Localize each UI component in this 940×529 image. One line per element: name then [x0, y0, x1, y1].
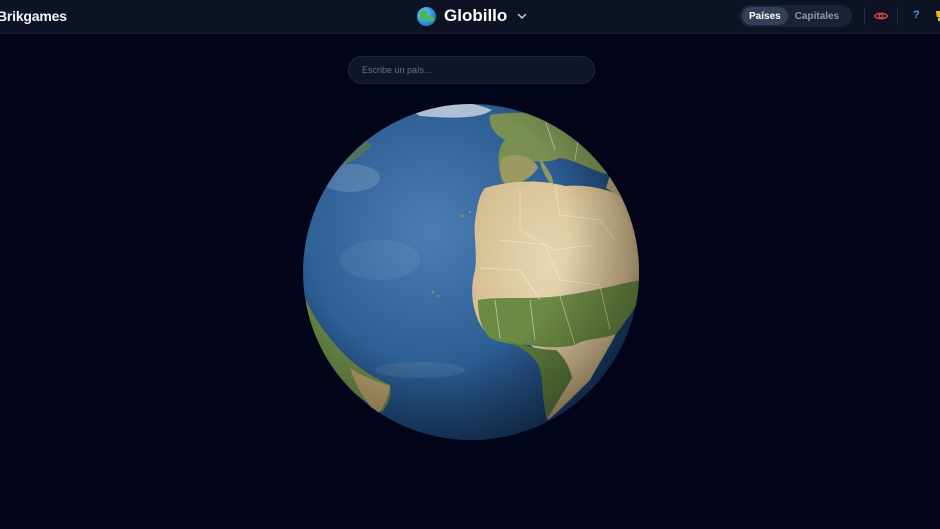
- globe-shading: [303, 104, 639, 440]
- globe-view[interactable]: [0, 0, 940, 529]
